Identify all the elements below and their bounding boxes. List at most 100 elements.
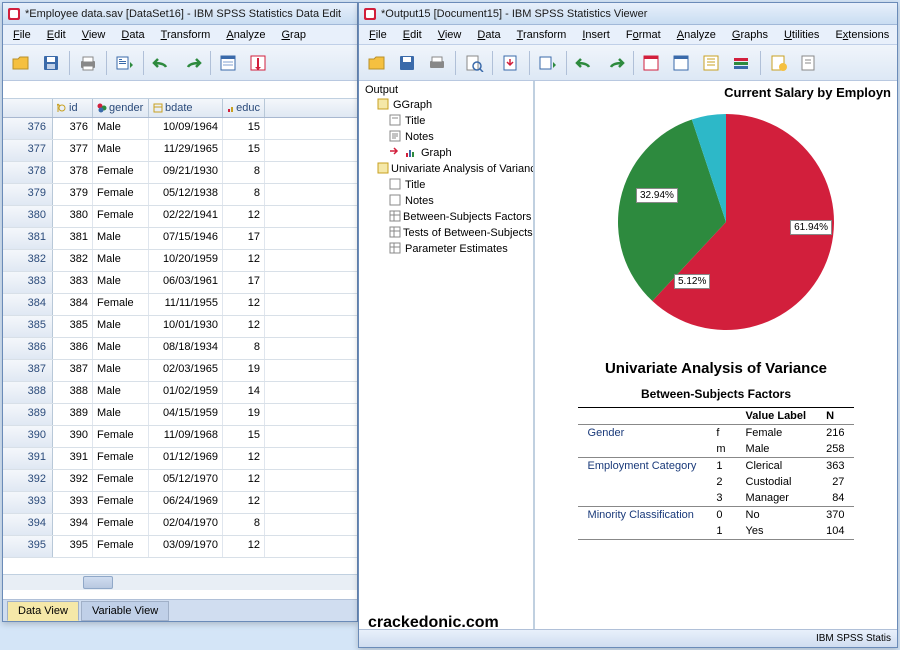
table-row[interactable]: 392392Female05/12/197012: [3, 470, 357, 492]
outline-anova-tests[interactable]: Tests of Between-Subjects: [359, 225, 533, 241]
vmenu-graphs[interactable]: Graphs: [724, 27, 776, 43]
vmenu-transform[interactable]: Transform: [509, 27, 575, 43]
grid-body[interactable]: 376376Male10/09/196415377377Male11/29/19…: [3, 118, 357, 574]
vmenu-format[interactable]: Format: [618, 27, 669, 43]
pie-label-red: 61.94%: [790, 220, 832, 235]
open-button[interactable]: [7, 49, 35, 77]
table-row[interactable]: 388388Male01/02/195914: [3, 382, 357, 404]
v-designate-button[interactable]: [795, 49, 823, 77]
goto-var-button[interactable]: [245, 49, 273, 77]
v-print-button[interactable]: [423, 49, 451, 77]
table-row[interactable]: 378378Female09/21/19308: [3, 162, 357, 184]
outline-output[interactable]: Output: [359, 83, 533, 97]
v-recall-button[interactable]: [534, 49, 562, 77]
print-button[interactable]: [74, 49, 102, 77]
ordinal-icon: [227, 103, 234, 113]
redo-button[interactable]: [178, 49, 206, 77]
col-educ[interactable]: educ: [223, 99, 265, 117]
table-row[interactable]: 391391Female01/12/196912: [3, 448, 357, 470]
spss-icon: [363, 7, 377, 21]
output-content[interactable]: Current Salary by Employn 61.94% 32.94% …: [535, 81, 897, 635]
col-n: N: [816, 408, 854, 425]
table-row[interactable]: 377377Male11/29/196515: [3, 140, 357, 162]
menu-analyze[interactable]: Analyze: [218, 27, 273, 43]
data-editor-menubar: File Edit View Data Transform Analyze Gr…: [3, 25, 357, 45]
menu-transform[interactable]: Transform: [153, 27, 219, 43]
output-viewer-window: *Output15 [Document15] - IBM SPSS Statis…: [358, 2, 898, 648]
outline-ggraph-graph[interactable]: Graph: [359, 145, 533, 161]
v-variables-button[interactable]: [698, 49, 726, 77]
table-row[interactable]: 383383Male06/03/196117: [3, 272, 357, 294]
menu-edit[interactable]: Edit: [39, 27, 74, 43]
save-button[interactable]: [37, 49, 65, 77]
outline-anova-factors[interactable]: Between-Subjects Factors: [359, 209, 533, 225]
menu-view[interactable]: View: [74, 27, 114, 43]
vmenu-edit[interactable]: Edit: [395, 27, 430, 43]
viewer-titlebar[interactable]: *Output15 [Document15] - IBM SPSS Statis…: [359, 3, 897, 25]
undo-button[interactable]: [148, 49, 176, 77]
menu-file[interactable]: File: [5, 27, 39, 43]
table-row[interactable]: 382382Male10/20/195912: [3, 250, 357, 272]
nominal-icon: [97, 103, 107, 113]
v-save-button[interactable]: [393, 49, 421, 77]
table-row[interactable]: 386386Male08/18/19348: [3, 338, 357, 360]
outline-anova-params[interactable]: Parameter Estimates: [359, 241, 533, 257]
v-open-button[interactable]: [363, 49, 391, 77]
v-insert-button[interactable]: [765, 49, 793, 77]
table-row[interactable]: 394394Female02/04/19708: [3, 514, 357, 536]
outline-anova-notes[interactable]: Notes: [359, 193, 533, 209]
col-bdate[interactable]: bdate: [149, 99, 223, 117]
vmenu-insert[interactable]: Insert: [574, 27, 618, 43]
table-row[interactable]: 390390Female11/09/196815: [3, 426, 357, 448]
col-gender[interactable]: gender: [93, 99, 149, 117]
vmenu-utilities[interactable]: Utilities: [776, 27, 827, 43]
col-id[interactable]: id: [53, 99, 93, 117]
v-undo-button[interactable]: [571, 49, 599, 77]
table-row[interactable]: 389389Male04/15/195919: [3, 404, 357, 426]
corner-cell[interactable]: [3, 99, 53, 117]
outline-ggraph-title[interactable]: Title: [359, 113, 533, 129]
table-row[interactable]: 379379Female05/12/19388: [3, 184, 357, 206]
menu-graphs[interactable]: Grap: [273, 27, 313, 43]
table-row[interactable]: 384384Female11/11/195512: [3, 294, 357, 316]
notes-icon: [389, 194, 403, 208]
v-export-button[interactable]: [497, 49, 525, 77]
menu-data[interactable]: Data: [113, 27, 152, 43]
table-row[interactable]: 393393Female06/24/196912: [3, 492, 357, 514]
table-row[interactable]: 376376Male10/09/196415: [3, 118, 357, 140]
tab-variable-view[interactable]: Variable View: [81, 601, 169, 621]
v-preview-button[interactable]: [460, 49, 488, 77]
table-row[interactable]: 380380Female02/22/194112: [3, 206, 357, 228]
table-row[interactable]: 381381Male07/15/194617: [3, 228, 357, 250]
outline-pane[interactable]: Output GGraph Title Notes Graph Univaria…: [359, 81, 535, 635]
table-row[interactable]: 387387Male02/03/196519: [3, 360, 357, 382]
goto-case-button[interactable]: [215, 49, 243, 77]
vmenu-analyze[interactable]: Analyze: [669, 27, 724, 43]
data-grid: id gender bdate educ 376376Male10/09/196…: [3, 99, 357, 599]
factors-table[interactable]: Value LabelN GenderfFemale216mMale258Emp…: [578, 407, 855, 540]
outline-ggraph-notes[interactable]: Notes: [359, 129, 533, 145]
viewer-menubar: File Edit View Data Transform Insert For…: [359, 25, 897, 45]
pie-chart[interactable]: 61.94% 32.94% 5.12%: [596, 102, 836, 342]
v-select-button[interactable]: [728, 49, 756, 77]
recall-dialog-button[interactable]: [111, 49, 139, 77]
v-goto-case-button[interactable]: [668, 49, 696, 77]
outline-ggraph[interactable]: GGraph: [359, 97, 533, 113]
vmenu-view[interactable]: View: [430, 27, 470, 43]
scrollbar-thumb[interactable]: [83, 576, 113, 589]
outline-anova[interactable]: Univariate Analysis of Variance: [359, 161, 533, 177]
v-goto-data-button[interactable]: [638, 49, 666, 77]
vmenu-file[interactable]: File: [361, 27, 395, 43]
outline-anova-title[interactable]: Title: [359, 177, 533, 193]
vmenu-data[interactable]: Data: [469, 27, 508, 43]
tab-data-view[interactable]: Data View: [7, 601, 79, 621]
data-editor-title: *Employee data.sav [DataSet16] - IBM SPS…: [25, 8, 341, 20]
v-redo-button[interactable]: [601, 49, 629, 77]
cell-editor[interactable]: [3, 81, 357, 99]
table-icon: [389, 210, 401, 224]
vmenu-extensions[interactable]: Extensions: [827, 27, 897, 43]
table-row[interactable]: 385385Male10/01/193012: [3, 316, 357, 338]
table-row[interactable]: 395395Female03/09/197012: [3, 536, 357, 558]
data-editor-titlebar[interactable]: *Employee data.sav [DataSet16] - IBM SPS…: [3, 3, 357, 25]
horizontal-scrollbar[interactable]: [3, 574, 357, 590]
